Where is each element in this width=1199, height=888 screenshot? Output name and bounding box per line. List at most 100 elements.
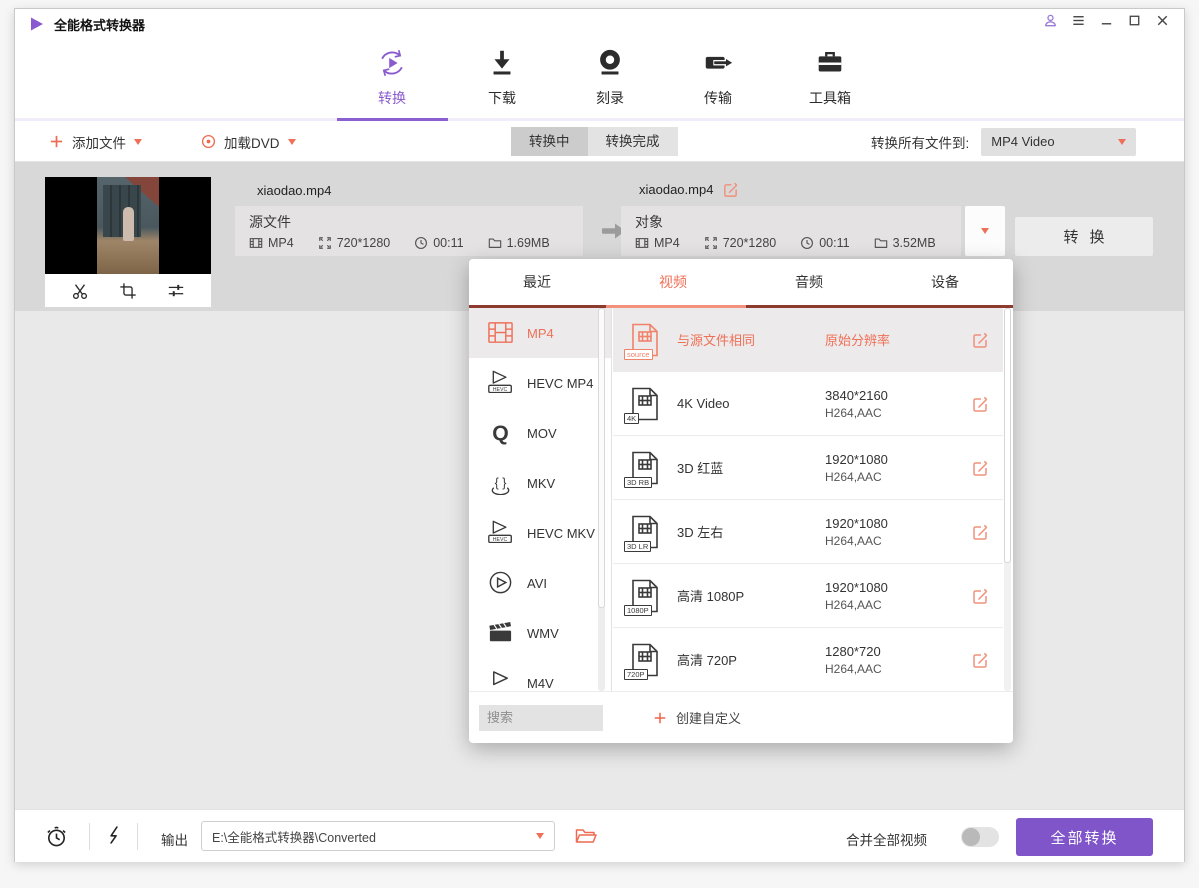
edit-preset-icon[interactable] bbox=[971, 395, 989, 413]
video-thumbnail bbox=[45, 177, 211, 274]
format-item-hevc-mkv[interactable]: HEVC HEVC MKV bbox=[469, 508, 611, 558]
avi-icon bbox=[487, 570, 514, 596]
create-custom-button[interactable]: 创建自定义 bbox=[653, 708, 741, 727]
format-badge: 3D LR bbox=[624, 541, 651, 552]
preset-item-same-as-source[interactable]: source 与源文件相同 原始分辨率 bbox=[613, 308, 1003, 372]
nav-tab-download[interactable]: 下载 bbox=[462, 47, 542, 108]
download-icon bbox=[486, 47, 518, 79]
schedule-alarm-icon[interactable] bbox=[45, 825, 68, 848]
format-badge: 1080P bbox=[624, 605, 652, 616]
convert-all-label: 转换所有文件到: bbox=[871, 132, 969, 152]
nav-tab-convert[interactable]: 转换 bbox=[352, 47, 432, 108]
target-duration: 00:11 bbox=[819, 236, 849, 250]
effects-sliders-icon[interactable] bbox=[167, 282, 185, 300]
video-file-icon: 720P bbox=[627, 642, 663, 678]
toggle-knob bbox=[962, 828, 980, 846]
film-icon bbox=[249, 236, 263, 250]
dvd-icon bbox=[201, 134, 216, 149]
popup-tab-audio[interactable]: 音频 bbox=[741, 259, 877, 305]
rename-edit-icon[interactable] bbox=[722, 181, 739, 198]
svg-text:Q: Q bbox=[492, 422, 508, 445]
format-list: MP4 HEVC HEVC MP4 Q MOV { } MKV HEVC HEV… bbox=[469, 308, 612, 691]
preset-list-scrollbar[interactable] bbox=[1004, 308, 1011, 691]
crop-icon[interactable] bbox=[119, 282, 137, 300]
format-popup-tabs: 最近视频音频设备 bbox=[469, 259, 1013, 305]
format-item-mov[interactable]: Q MOV bbox=[469, 408, 611, 458]
tab-converting[interactable]: 转换中 bbox=[511, 127, 588, 156]
format-badge: 4K bbox=[624, 413, 639, 424]
video-file-icon: 3D LR bbox=[627, 514, 663, 550]
trim-scissors-icon[interactable] bbox=[71, 282, 89, 300]
target-size: 3.52MB bbox=[893, 236, 936, 250]
preset-item-4k-video[interactable]: 4K 4K Video 3840*2160 H264,AAC bbox=[613, 372, 1003, 436]
global-output-format-dropdown[interactable]: MP4 Video bbox=[981, 128, 1136, 156]
edit-preset-icon[interactable] bbox=[971, 651, 989, 669]
video-file-icon: 1080P bbox=[627, 578, 663, 614]
format-list-scrollbar[interactable] bbox=[598, 308, 605, 691]
transfer-icon bbox=[702, 47, 734, 79]
chevron-down-icon bbox=[1118, 139, 1126, 145]
popup-tab-device[interactable]: 设备 bbox=[877, 259, 1013, 305]
close-button[interactable] bbox=[1155, 13, 1170, 28]
menu-icon[interactable] bbox=[1071, 13, 1086, 28]
popup-tab-recent[interactable]: 最近 bbox=[469, 259, 605, 305]
main-nav: 转换 下载 刻录 传输 工具箱 bbox=[15, 39, 1184, 121]
chevron-down-icon bbox=[536, 833, 544, 839]
convert-all-button[interactable]: 全部转换 bbox=[1016, 818, 1153, 856]
maximize-button[interactable] bbox=[1127, 13, 1142, 28]
format-item-mp4[interactable]: MP4 bbox=[469, 308, 611, 358]
nav-tab-toolbox[interactable]: 工具箱 bbox=[790, 47, 870, 108]
mkv-icon: { } bbox=[487, 470, 514, 496]
source-file-name: xiaodao.mp4 bbox=[257, 183, 331, 198]
source-resolution: 720*1280 bbox=[337, 236, 391, 250]
hevc-icon: HEVC bbox=[487, 520, 514, 546]
target-format-dropdown-button[interactable] bbox=[965, 206, 1005, 256]
preset-item-3d-red-blue[interactable]: 3D RB 3D 红蓝 1920*1080 H264,AAC bbox=[613, 436, 1003, 500]
edit-preset-icon[interactable] bbox=[971, 587, 989, 605]
hevc-icon: HEVC bbox=[487, 370, 514, 396]
preset-item-hd-1080p[interactable]: 1080P 高清 1080P 1920*1080 H264,AAC bbox=[613, 564, 1003, 628]
chevron-down-icon bbox=[288, 139, 296, 145]
format-search-input[interactable] bbox=[479, 705, 603, 731]
target-file-name: xiaodao.mp4 bbox=[639, 182, 713, 197]
chevron-down-icon bbox=[134, 139, 142, 145]
edit-preset-icon[interactable] bbox=[971, 523, 989, 541]
target-resolution: 720*1280 bbox=[723, 236, 777, 250]
convert-button[interactable]: 转换 bbox=[1015, 217, 1153, 256]
edit-preset-icon[interactable] bbox=[971, 459, 989, 477]
add-file-button[interactable]: 添加文件 bbox=[49, 121, 142, 162]
toolbar: 添加文件 加载DVD 转换中 转换完成 转换所有文件到: MP4 Video bbox=[15, 121, 1184, 162]
tab-converted[interactable]: 转换完成 bbox=[588, 127, 678, 156]
format-item-m4v[interactable]: M4V bbox=[469, 658, 611, 691]
format-item-wmv[interactable]: WMV bbox=[469, 608, 611, 658]
popup-tab-video[interactable]: 视频 bbox=[605, 259, 741, 305]
output-path-dropdown[interactable]: E:\全能格式转换器\Converted bbox=[201, 821, 555, 851]
nav-tab-transfer[interactable]: 传输 bbox=[678, 47, 758, 108]
format-badge: source bbox=[624, 349, 653, 360]
video-file-icon: source bbox=[627, 322, 663, 358]
folder-icon bbox=[874, 236, 888, 250]
format-item-hevc-mp4[interactable]: HEVC HEVC MP4 bbox=[469, 358, 611, 408]
convert-all-to: 转换所有文件到: MP4 Video bbox=[871, 121, 1136, 162]
minimize-button[interactable] bbox=[1099, 13, 1114, 28]
format-item-mkv[interactable]: { } MKV bbox=[469, 458, 611, 508]
titlebar: 全能格式转换器 bbox=[15, 9, 1184, 39]
high-speed-bolt-icon[interactable] bbox=[104, 825, 124, 848]
app-window: 全能格式转换器 转换 下载 刻录 传输 工具箱 添加文件 加载DVD bbox=[14, 8, 1185, 862]
nav-tab-burn[interactable]: 刻录 bbox=[570, 47, 650, 108]
open-folder-icon[interactable] bbox=[575, 827, 597, 846]
video-file-icon: 3D RB bbox=[627, 450, 663, 486]
edit-preset-icon[interactable] bbox=[971, 331, 989, 349]
clock-icon bbox=[414, 236, 428, 250]
preset-item-3d-left-right[interactable]: 3D LR 3D 左右 1920*1080 H264,AAC bbox=[613, 500, 1003, 564]
mp4-icon bbox=[487, 320, 514, 346]
convert-state-tabs: 转换中 转换完成 bbox=[511, 127, 678, 156]
output-path-value: E:\全能格式转换器\Converted bbox=[212, 827, 376, 846]
format-item-avi[interactable]: AVI bbox=[469, 558, 611, 608]
svg-text:HEVC: HEVC bbox=[493, 537, 508, 543]
preset-item-hd-720p[interactable]: 720P 高清 720P 1280*720 H264,AAC bbox=[613, 628, 1003, 691]
merge-all-toggle[interactable] bbox=[961, 827, 999, 847]
format-badge: 720P bbox=[624, 669, 648, 680]
load-dvd-button[interactable]: 加载DVD bbox=[201, 121, 296, 162]
account-icon[interactable] bbox=[1043, 13, 1058, 28]
